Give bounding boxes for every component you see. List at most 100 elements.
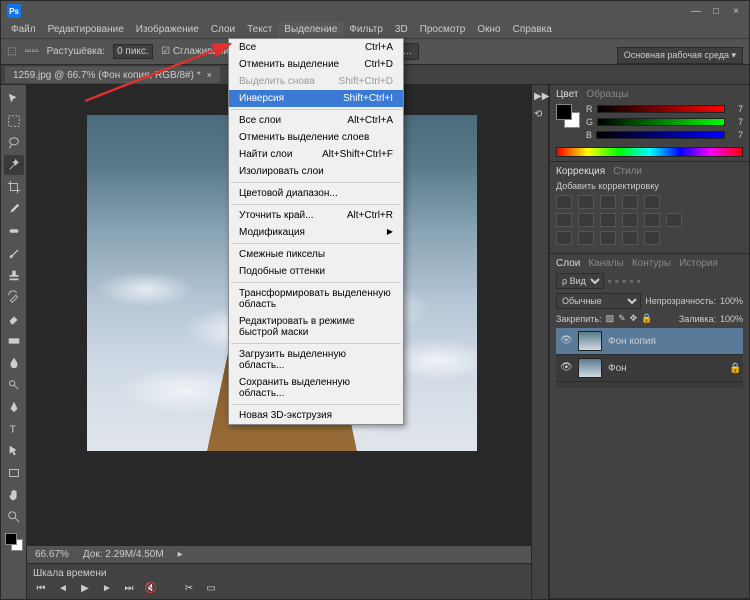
menu-item[interactable]: Уточнить край...Alt+Ctrl+R <box>229 207 403 224</box>
tool-type[interactable]: T <box>4 419 24 439</box>
lock-pixels-icon[interactable]: ✎ <box>618 313 626 324</box>
tab-channels[interactable]: Каналы <box>588 258 624 269</box>
menu-select[interactable]: Выделение <box>278 22 343 37</box>
window-maximize-button[interactable]: □ <box>709 5 723 17</box>
menu-file[interactable]: Файл <box>5 22 42 37</box>
menu-item[interactable]: Найти слоиAlt+Shift+Ctrl+F <box>229 146 403 163</box>
menu-item[interactable]: Новая 3D-экструзия <box>229 407 403 424</box>
layer-item[interactable]: 👁 Фон 🔒 <box>556 355 743 382</box>
menu-edit[interactable]: Редактирование <box>42 22 130 37</box>
b-slider[interactable] <box>596 131 725 139</box>
workspace-selector[interactable]: Основная рабочая среда ▾ <box>617 47 743 64</box>
adj-photo-filter[interactable] <box>622 213 638 227</box>
visibility-icon[interactable]: 👁 <box>560 335 572 347</box>
visibility-icon[interactable]: 👁 <box>560 362 572 374</box>
window-minimize-button[interactable]: — <box>689 5 703 17</box>
adj-selective[interactable] <box>644 231 660 245</box>
adj-levels[interactable] <box>578 195 594 209</box>
color-swatch[interactable] <box>5 533 23 551</box>
menu-item[interactable]: Сохранить выделенную область... <box>229 374 403 402</box>
tool-magic-wand[interactable] <box>4 155 24 175</box>
adj-threshold[interactable] <box>600 231 616 245</box>
tool-path-select[interactable] <box>4 441 24 461</box>
adj-brightness[interactable] <box>556 195 572 209</box>
layer-item[interactable]: 👁 Фон копия <box>556 328 743 355</box>
selection-mode-icons[interactable]: ▫▫▫▫ <box>24 46 38 57</box>
menu-type[interactable]: Текст <box>241 22 278 37</box>
menu-item[interactable]: ИнверсияShift+Ctrl+I <box>229 90 403 107</box>
timeline-prev-frame[interactable]: ◄ <box>55 581 71 595</box>
feather-input[interactable] <box>113 44 153 59</box>
timeline-play[interactable]: ▶ <box>77 581 93 595</box>
adj-curves[interactable] <box>600 195 616 209</box>
tab-history[interactable]: История <box>679 258 718 269</box>
layer-name[interactable]: Фон копия <box>608 336 656 347</box>
menu-item[interactable]: Смежные пикселы <box>229 246 403 263</box>
antialias-checkbox-label[interactable]: ☑ Сглаживание <box>161 46 235 57</box>
tool-hand[interactable] <box>4 485 24 505</box>
opacity-value[interactable]: 100% <box>720 296 743 306</box>
lock-position-icon[interactable]: ✥ <box>630 313 638 324</box>
tool-spot-heal[interactable] <box>4 221 24 241</box>
layer-thumbnail[interactable] <box>578 358 602 378</box>
tool-eraser[interactable] <box>4 309 24 329</box>
timeline-transition[interactable]: ▭ <box>203 581 219 595</box>
lock-transparency-icon[interactable]: ▧ <box>606 313 615 324</box>
tool-rectangle[interactable] <box>4 463 24 483</box>
timeline-audio[interactable]: 🔇 <box>143 581 159 595</box>
menu-item[interactable]: Отменить выделениеCtrl+D <box>229 56 403 73</box>
hue-strip[interactable] <box>556 147 743 157</box>
menu-item[interactable]: Модификация▶ <box>229 224 403 241</box>
timeline-last-frame[interactable]: ⏭ <box>121 581 137 595</box>
adj-gradient-map[interactable] <box>622 231 638 245</box>
menu-filter[interactable]: Фильтр <box>343 22 389 37</box>
adj-invert[interactable] <box>556 231 572 245</box>
adj-lut[interactable] <box>666 213 682 227</box>
tab-paths[interactable]: Контуры <box>632 258 671 269</box>
tab-styles[interactable]: Стили <box>613 166 642 177</box>
menu-item[interactable]: Отменить выделение слоев <box>229 129 403 146</box>
menu-item[interactable]: Цветовой диапазон... <box>229 185 403 202</box>
timeline-next-frame[interactable]: ► <box>99 581 115 595</box>
color-panel-swatches[interactable] <box>556 104 580 128</box>
menu-3d[interactable]: 3D <box>389 22 414 37</box>
menu-help[interactable]: Справка <box>507 22 558 37</box>
adj-hue[interactable] <box>556 213 572 227</box>
menu-item[interactable]: Подобные оттенки <box>229 263 403 280</box>
adj-exposure[interactable] <box>622 195 638 209</box>
timeline-split[interactable]: ✂ <box>181 581 197 595</box>
zoom-level[interactable]: 66.67% <box>35 549 69 560</box>
layer-name[interactable]: Фон <box>608 363 627 374</box>
foreground-color-swatch[interactable] <box>5 533 17 545</box>
doc-size[interactable]: Док: 2.29M/4.50M <box>83 549 164 560</box>
g-slider[interactable] <box>597 118 725 126</box>
tool-lasso[interactable] <box>4 133 24 153</box>
tool-move[interactable] <box>4 89 24 109</box>
expand-panels-icon[interactable]: ▶▶ <box>534 91 546 103</box>
adj-vibrance[interactable] <box>644 195 660 209</box>
menu-layer[interactable]: Слои <box>205 22 241 37</box>
history-icon[interactable]: ⟲ <box>534 109 546 121</box>
tab-layers[interactable]: Слои <box>556 258 580 269</box>
layer-thumbnail[interactable] <box>578 331 602 351</box>
tab-adjustments[interactable]: Коррекция <box>556 166 605 177</box>
menu-image[interactable]: Изображение <box>130 22 205 37</box>
menu-item[interactable]: Все слоиAlt+Ctrl+A <box>229 112 403 129</box>
tool-stamp[interactable] <box>4 265 24 285</box>
adj-channel-mixer[interactable] <box>644 213 660 227</box>
tool-dodge[interactable] <box>4 375 24 395</box>
close-icon[interactable]: × <box>207 70 212 80</box>
tool-crop[interactable] <box>4 177 24 197</box>
tool-marquee[interactable] <box>4 111 24 131</box>
blend-mode-select[interactable]: Обычные <box>556 293 641 309</box>
menu-item[interactable]: Изолировать слои <box>229 163 403 180</box>
r-slider[interactable] <box>597 105 726 113</box>
adj-balance[interactable] <box>578 213 594 227</box>
filter-text-icon[interactable]: ▫ <box>622 276 625 286</box>
tool-brush[interactable] <box>4 243 24 263</box>
document-tab[interactable]: 1259.jpg @ 66.7% (Фон копия, RGB/8#) * × <box>5 67 220 83</box>
tool-gradient[interactable] <box>4 331 24 351</box>
filter-shape-icon[interactable]: ▫ <box>630 276 633 286</box>
tool-zoom[interactable] <box>4 507 24 527</box>
menu-item[interactable]: ВсеCtrl+A <box>229 39 403 56</box>
